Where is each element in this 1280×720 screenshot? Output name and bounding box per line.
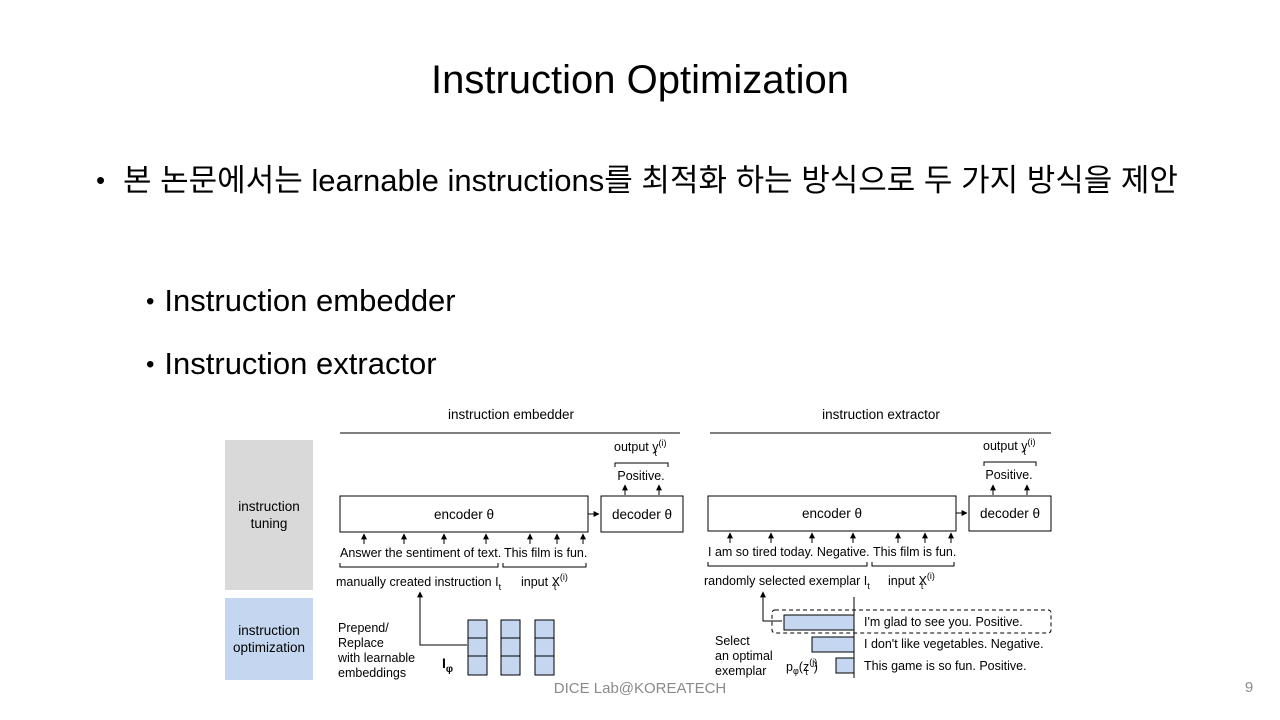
extractor-encoder-label: encoder θ (802, 506, 862, 521)
embedding-to-instruction-arrow (417, 591, 467, 646)
tuning-label-line2: tuning (251, 516, 288, 531)
embedding-column (467, 619, 488, 676)
output-brace (983, 461, 1037, 466)
embedder-instruction-text: Answer the sentiment of text. (340, 546, 501, 560)
exemplar-prob-bar-1 (783, 614, 855, 631)
exemplar-text-3: This game is so fun. Positive. (864, 659, 1027, 673)
extractor-diagram: instruction extractor encoder θ decoder … (704, 407, 1052, 678)
embedder-output-label: output y(i) t (614, 438, 666, 458)
tuning-panel (225, 440, 313, 590)
tuning-label-line1: instruction (238, 499, 300, 514)
embedder-output-value: Positive. (617, 469, 664, 483)
exemplar-probability-label: pφ(z(j) t) (786, 657, 818, 677)
extractor-instruction-text: I am so tired today. Negative. (708, 545, 870, 559)
main-bullet-text: 본 논문에서는 learnable instructions를 최적화 하는 방… (123, 163, 1178, 198)
sub-bullet-embedder: • Instruction embedder (146, 281, 456, 322)
embedder-input-text: This film is fun. (504, 546, 587, 560)
embedder-opt-text-1: Prepend/ (338, 621, 389, 635)
embedder-opt-text-4: embeddings (338, 666, 406, 680)
embedder-opt-text-2: Replace (338, 636, 384, 650)
extractor-input-text: This film is fun. (873, 545, 956, 559)
extractor-select-text-3: exemplar (715, 664, 766, 678)
exemplar-text-1: I'm glad to see you. Positive. (864, 615, 1023, 629)
embedder-instruction-caption: manually created instruction It (336, 575, 502, 592)
optimization-panel (225, 598, 313, 680)
exemplar-prob-bar-3 (835, 657, 855, 674)
exemplar-prob-bar-2 (811, 636, 855, 653)
bullet-dot: • (146, 351, 155, 378)
extractor-heading: instruction extractor (822, 407, 940, 422)
embedder-opt-text-3: with learnable (337, 651, 415, 665)
input-brace (871, 562, 955, 567)
extractor-input-caption: input X(i) t (888, 571, 935, 591)
footer-lab-name: DICE Lab@KOREATECH (553, 680, 727, 697)
embedder-encoder-label: encoder θ (434, 507, 494, 522)
slide-title: Instruction Optimization (431, 58, 849, 102)
embedding-param-label: Iφ (442, 655, 453, 675)
instruction-brace (707, 562, 868, 567)
embedder-input-caption: input X(i) t (521, 572, 568, 592)
sub-bullet-extractor: • Instruction extractor (146, 344, 437, 385)
embedder-decoder-label: decoder θ (612, 507, 672, 522)
instruction-brace (339, 563, 499, 568)
embedder-diagram: instruction embedder encoder θ decoder θ… (336, 407, 684, 680)
extractor-decoder-label: decoder θ (980, 506, 1040, 521)
bullet-dot: • (96, 165, 106, 195)
input-brace (502, 563, 587, 568)
extractor-select-text-1: Select (715, 634, 750, 648)
embedding-column (500, 619, 521, 676)
embedding-column (534, 619, 555, 676)
exemplar-text-2: I don't like vegetables. Negative. (864, 637, 1044, 651)
page-number: 9 (1244, 679, 1254, 696)
sub-bullet-text: Instruction embedder (164, 283, 456, 318)
optimization-label-line1: instruction (238, 623, 300, 638)
figure-svg: instruction tuning instruction optimizat… (225, 407, 1052, 680)
output-brace (614, 462, 669, 467)
extractor-output-label: output y(i) t (983, 437, 1035, 457)
method-figure: instruction tuning instruction optimizat… (222, 400, 1062, 684)
extractor-output-value: Positive. (985, 468, 1032, 482)
extractor-instruction-caption: randomly selected exemplar It (704, 574, 870, 591)
optimization-label-line2: optimization (233, 640, 305, 655)
extractor-select-text-2: an optimal (715, 649, 773, 663)
main-bullet: • 본 논문에서는 learnable instructions를 최적화 하는… (96, 152, 1216, 209)
sub-bullet-text: Instruction extractor (164, 346, 437, 381)
embedder-heading: instruction embedder (448, 407, 575, 422)
bullet-dot: • (146, 288, 155, 315)
